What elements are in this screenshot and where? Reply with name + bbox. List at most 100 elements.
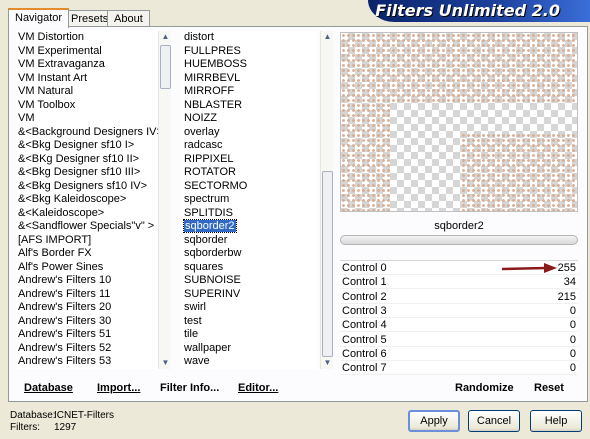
category-item[interactable]: VM Instant Art	[16, 72, 158, 86]
control-row[interactable]: Control 3 0	[340, 304, 578, 318]
category-item[interactable]: Andrew's Filters 51	[16, 328, 158, 342]
control-value[interactable]: 255	[558, 261, 576, 275]
control-value[interactable]: 0	[570, 318, 576, 332]
filter-item[interactable]: SUBNOISE	[182, 274, 318, 288]
filter-item[interactable]: RIPPIXEL	[182, 153, 318, 167]
control-row[interactable]: Control 2 215	[340, 290, 578, 304]
filter-item[interactable]: sqborderbw	[182, 247, 318, 261]
category-item[interactable]: &<Bkg Designer sf10 I>	[16, 139, 158, 153]
category-item[interactable]: Alf's Border FX	[16, 247, 158, 261]
control-row[interactable]: Control 6 0	[340, 347, 578, 361]
control-value[interactable]: 0	[570, 347, 576, 361]
category-item[interactable]: &<Background Designers IV>	[16, 126, 158, 140]
category-item[interactable]: Andrew's Filters 10	[16, 274, 158, 288]
category-item[interactable]: VM Distortion	[16, 31, 158, 45]
randomize-button[interactable]: Randomize	[455, 380, 514, 396]
filter-item-label: sqborder	[184, 233, 228, 246]
filter-item[interactable]: swirl	[182, 301, 318, 315]
selected-filter-name: sqborder2	[434, 220, 484, 232]
category-item[interactable]: &<Kaleidoscope>	[16, 207, 158, 221]
category-list-scrollbar[interactable]: ▲ ▼	[158, 31, 171, 369]
control-row[interactable]: Control 4 0	[340, 318, 578, 333]
scroll-up-icon[interactable]: ▲	[159, 31, 172, 43]
filter-item[interactable]: distort	[182, 31, 318, 45]
help-button[interactable]: Help	[530, 410, 582, 432]
database-button[interactable]: Database	[24, 380, 73, 396]
scroll-down-icon[interactable]: ▼	[159, 357, 172, 369]
category-item[interactable]: Andrew's Filters 11	[16, 288, 158, 302]
filter-item[interactable]: MIRRBEVL	[182, 72, 318, 86]
filter-item[interactable]: wallpaper	[182, 342, 318, 356]
filter-item[interactable]: MIRROFF	[182, 85, 318, 99]
filter-item[interactable]: SUPERINV	[182, 288, 318, 302]
filter-item-label: SPLITDIS	[184, 206, 233, 219]
category-item[interactable]: &<Bkg Designer sf10 III>	[16, 166, 158, 180]
category-item[interactable]: VM Extravaganza	[16, 58, 158, 72]
apply-button[interactable]: Apply	[408, 410, 460, 432]
filter-item[interactable]: HUEMBOSS	[182, 58, 318, 72]
category-item[interactable]: Andrew's Filters 53	[16, 355, 158, 369]
scroll-down-icon[interactable]: ▼	[321, 357, 334, 369]
category-item[interactable]: Andrew's Filters 30	[16, 315, 158, 329]
filter-item-label: distort	[184, 31, 214, 43]
category-item[interactable]: Andrew's Filters 20	[16, 301, 158, 315]
category-item-label: VM Extravaganza	[18, 58, 105, 70]
category-list[interactable]: VM Distortion VM Experimental VM Extravaga…	[16, 31, 158, 369]
scrollbar-thumb[interactable]	[322, 171, 333, 357]
category-item[interactable]: VM	[16, 112, 158, 126]
control-value[interactable]: 0	[570, 333, 576, 347]
preview-pattern	[341, 33, 577, 103]
category-item[interactable]: &<Sandflower Specials"v" >	[16, 220, 158, 234]
category-item[interactable]: [AFS IMPORT]	[16, 234, 158, 248]
filter-item-label: spectrum	[184, 193, 230, 205]
filter-item[interactable]: wave	[182, 355, 318, 369]
control-label: Control 0	[342, 262, 387, 274]
control-value[interactable]: 34	[564, 275, 576, 289]
reset-button[interactable]: Reset	[534, 380, 564, 396]
filter-item[interactable]: test	[182, 315, 318, 329]
scrollbar-thumb[interactable]	[160, 45, 171, 89]
control-label: Control 1	[342, 276, 387, 289]
filter-item[interactable]: sqborder	[182, 234, 318, 248]
category-item[interactable]: &<Bkg Designers sf10 IV>	[16, 180, 158, 194]
category-item[interactable]: VM Experimental	[16, 45, 158, 59]
category-item[interactable]: &<BKg Designer sf10 II>	[16, 153, 158, 167]
control-value[interactable]: 0	[570, 304, 576, 318]
filter-item[interactable]: squares	[182, 261, 318, 275]
filter-info-button[interactable]: Filter Info...	[160, 380, 219, 396]
filter-item[interactable]: sqborder2	[182, 219, 318, 234]
filter-item[interactable]: NOIZZ	[182, 112, 318, 126]
filter-item[interactable]: FULLPRES	[182, 45, 318, 59]
filter-item[interactable]: spectrum	[182, 193, 318, 207]
filter-list-scrollbar[interactable]: ▲ ▼	[320, 31, 333, 369]
category-item[interactable]: Alf's Power Sines	[16, 261, 158, 275]
category-item-label: VM Natural	[18, 85, 74, 97]
tab-navigator[interactable]: Navigator	[8, 8, 70, 28]
filter-item-label: radcasc	[184, 139, 223, 151]
category-item[interactable]: VM Toolbox	[16, 99, 158, 113]
control-value[interactable]: 215	[558, 290, 576, 304]
filter-item[interactable]: radcasc	[182, 139, 318, 153]
category-item-label: Andrew's Filters 11	[18, 287, 111, 300]
filter-item[interactable]: ROTATOR	[182, 166, 318, 180]
import-button[interactable]: Import...	[97, 380, 140, 396]
editor-button[interactable]: Editor...	[238, 380, 278, 396]
tab-about[interactable]: About	[107, 10, 150, 27]
filter-list[interactable]: distort FULLPRES HUEMBOSS MIRRBEVL MIRROFF NB…	[182, 31, 318, 369]
scroll-up-icon[interactable]: ▲	[321, 31, 334, 43]
category-item[interactable]: VM Natural	[16, 85, 158, 99]
cancel-button[interactable]: Cancel	[468, 410, 520, 432]
control-value[interactable]: 0	[570, 361, 576, 375]
category-item[interactable]: Andrew's Filters 52	[16, 342, 158, 356]
filter-item[interactable]: NBLASTER	[182, 99, 318, 113]
control-row[interactable]: Control 1 34	[340, 275, 578, 290]
control-row[interactable]: Control 5 0	[340, 333, 578, 347]
category-item[interactable]: &<Bkg Kaleidoscope>	[16, 193, 158, 207]
control-row[interactable]: Control 7 0	[340, 361, 578, 376]
status-filters: Filters: 1297	[10, 422, 77, 433]
filter-item[interactable]: overlay	[182, 126, 318, 140]
filter-item[interactable]: tile	[182, 328, 318, 342]
filter-item[interactable]: SPLITDIS	[182, 207, 318, 221]
filter-item-label: tile	[184, 328, 199, 340]
filter-item[interactable]: SECTORMO	[182, 180, 318, 194]
